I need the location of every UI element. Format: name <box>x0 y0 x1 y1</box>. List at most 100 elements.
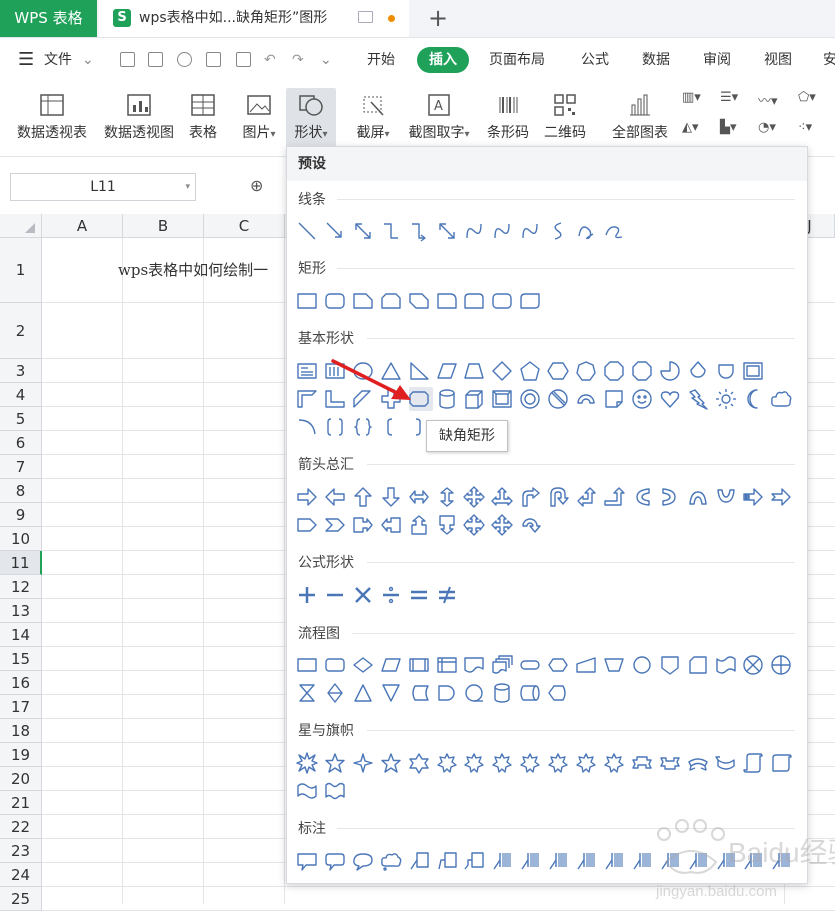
direct-shape-icon[interactable] <box>519 682 541 704</box>
qrcode-button[interactable]: 二维码 <box>540 88 590 150</box>
document-tab[interactable]: S wps表格中如...缺角矩形”图形 <box>99 0 409 37</box>
scrib-shape-icon[interactable] <box>603 220 625 242</box>
oct-shape-icon[interactable] <box>631 360 653 382</box>
scatter-chart-icon[interactable]: ⁖▾ <box>798 120 812 140</box>
star7-shape-icon[interactable] <box>519 752 541 774</box>
round1-shape-icon[interactable] <box>436 290 458 312</box>
pivot-chart-button[interactable]: 数据透视图 <box>98 88 180 150</box>
row-header-18[interactable]: 18 <box>0 719 42 743</box>
collate-shape-icon[interactable] <box>296 682 318 704</box>
heart-shape-icon[interactable] <box>659 388 681 410</box>
row-header-11[interactable]: 11 <box>0 551 42 575</box>
elbowarr-shape-icon[interactable] <box>408 220 430 242</box>
dblarrow-shape-icon[interactable] <box>352 220 374 242</box>
darrow-shape-icon[interactable] <box>380 486 402 508</box>
row-header-10[interactable]: 10 <box>0 527 42 551</box>
pie-shape-icon[interactable] <box>659 360 681 382</box>
more-chevron-icon[interactable]: ⌄ <box>320 47 332 73</box>
row-header-19[interactable]: 19 <box>0 743 42 767</box>
linecall2-shape-icon[interactable] <box>436 850 458 872</box>
curvedr-shape-icon[interactable] <box>631 486 653 508</box>
display-shape-icon[interactable] <box>547 682 569 704</box>
zoom-search-icon[interactable]: ⊕ <box>250 176 263 195</box>
chevron-shape-icon[interactable] <box>324 514 346 536</box>
frame-shape-icon[interactable] <box>742 360 764 382</box>
ocr-button[interactable]: A 截图取字▾ <box>402 88 476 150</box>
curve-shape-icon[interactable] <box>463 220 485 242</box>
arrowline-shape-icon[interactable] <box>324 220 346 242</box>
lcallout-shape-icon[interactable] <box>380 514 402 536</box>
star7-shape-icon[interactable] <box>603 752 625 774</box>
dbracket-shape-icon[interactable] <box>324 416 346 438</box>
bevel-shape-icon[interactable] <box>491 388 513 410</box>
tape-shape-icon[interactable] <box>715 654 737 676</box>
bolt-shape-icon[interactable] <box>687 388 709 410</box>
dwave-shape-icon[interactable] <box>324 780 346 802</box>
equal-shape-icon[interactable] <box>408 584 430 606</box>
ellipse-shape-icon[interactable] <box>352 360 374 382</box>
quad-shape-icon[interactable] <box>463 486 486 508</box>
table-button[interactable]: 表格 <box>184 88 222 150</box>
accent1-shape-icon[interactable] <box>575 850 597 872</box>
print-icon[interactable] <box>206 52 221 67</box>
sort-shape-icon[interactable] <box>324 682 346 704</box>
star5-shape-icon[interactable] <box>324 752 346 774</box>
row-header-2[interactable]: 2 <box>0 303 42 359</box>
striped-shape-icon[interactable] <box>742 486 764 508</box>
udarrow-shape-icon[interactable] <box>436 486 458 508</box>
open-icon[interactable] <box>120 52 135 67</box>
row-header-20[interactable]: 20 <box>0 767 42 791</box>
lshape-shape-icon[interactable] <box>324 388 346 410</box>
delay-shape-icon[interactable] <box>436 682 458 704</box>
linecall3-shape-icon[interactable] <box>463 850 485 872</box>
oct-shape-icon[interactable] <box>603 360 625 382</box>
row-header-25[interactable]: 25 <box>0 887 42 911</box>
quad-shape-icon[interactable] <box>491 514 513 536</box>
para-shape-icon[interactable] <box>436 360 458 382</box>
times-shape-icon[interactable] <box>352 584 374 606</box>
screenshot-button[interactable]: 截屏▾ <box>350 88 396 150</box>
hex-shape-icon[interactable] <box>547 360 569 382</box>
seqacc-shape-icon[interactable] <box>463 682 485 704</box>
menu-formula[interactable]: 公式 <box>581 47 609 73</box>
accent1-shape-icon[interactable] <box>519 850 541 872</box>
rrect-shape-icon[interactable] <box>324 290 346 312</box>
new-tab-button[interactable]: + <box>425 5 451 31</box>
extract-shape-icon[interactable] <box>352 682 374 704</box>
monitor-icon[interactable] <box>358 11 373 23</box>
accent1-shape-icon[interactable] <box>547 850 569 872</box>
row-header-15[interactable]: 15 <box>0 647 42 671</box>
qcallout-shape-icon[interactable] <box>463 514 486 536</box>
cube-shape-icon[interactable] <box>463 388 485 410</box>
ucallout-shape-icon[interactable] <box>408 514 430 536</box>
circarr-shape-icon[interactable] <box>519 514 541 536</box>
ribbondn-shape-icon[interactable] <box>659 752 681 774</box>
manop-shape-icon[interactable] <box>603 654 625 676</box>
leftup-shape-icon[interactable] <box>575 486 597 508</box>
exp-shape-icon[interactable] <box>296 752 318 774</box>
plus-shape-icon[interactable] <box>296 584 318 606</box>
format-painter-icon[interactable] <box>177 52 192 67</box>
free-shape-icon[interactable] <box>575 220 597 242</box>
menu-page-layout[interactable]: 页面布局 <box>489 47 545 73</box>
bentup-shape-icon[interactable] <box>603 486 625 508</box>
menu-security[interactable]: 安 <box>823 47 835 73</box>
diamond-shape-icon[interactable] <box>491 360 513 382</box>
decision-shape-icon[interactable] <box>352 654 374 676</box>
row-header-24[interactable]: 24 <box>0 863 42 887</box>
undo-icon[interactable]: ↶ <box>264 47 276 73</box>
row-header-17[interactable]: 17 <box>0 695 42 719</box>
row-header-3[interactable]: 3 <box>0 359 42 383</box>
name-box-dropdown-icon[interactable]: ▾ <box>185 174 190 200</box>
line-shape-icon[interactable] <box>296 220 318 242</box>
dblarrow-shape-icon[interactable] <box>436 220 458 242</box>
row-header-8[interactable]: 8 <box>0 479 42 503</box>
pent-shape-icon[interactable] <box>519 360 541 382</box>
conn-shape-icon[interactable] <box>631 654 653 676</box>
area-chart-icon[interactable]: ◭▾ <box>682 120 699 140</box>
star6-shape-icon[interactable] <box>408 752 430 774</box>
notched-shape-icon[interactable] <box>770 486 792 508</box>
rarrow-shape-icon[interactable] <box>296 486 318 508</box>
shape-button[interactable]: 形状▾ <box>286 88 336 150</box>
star5-shape-icon[interactable] <box>380 752 402 774</box>
